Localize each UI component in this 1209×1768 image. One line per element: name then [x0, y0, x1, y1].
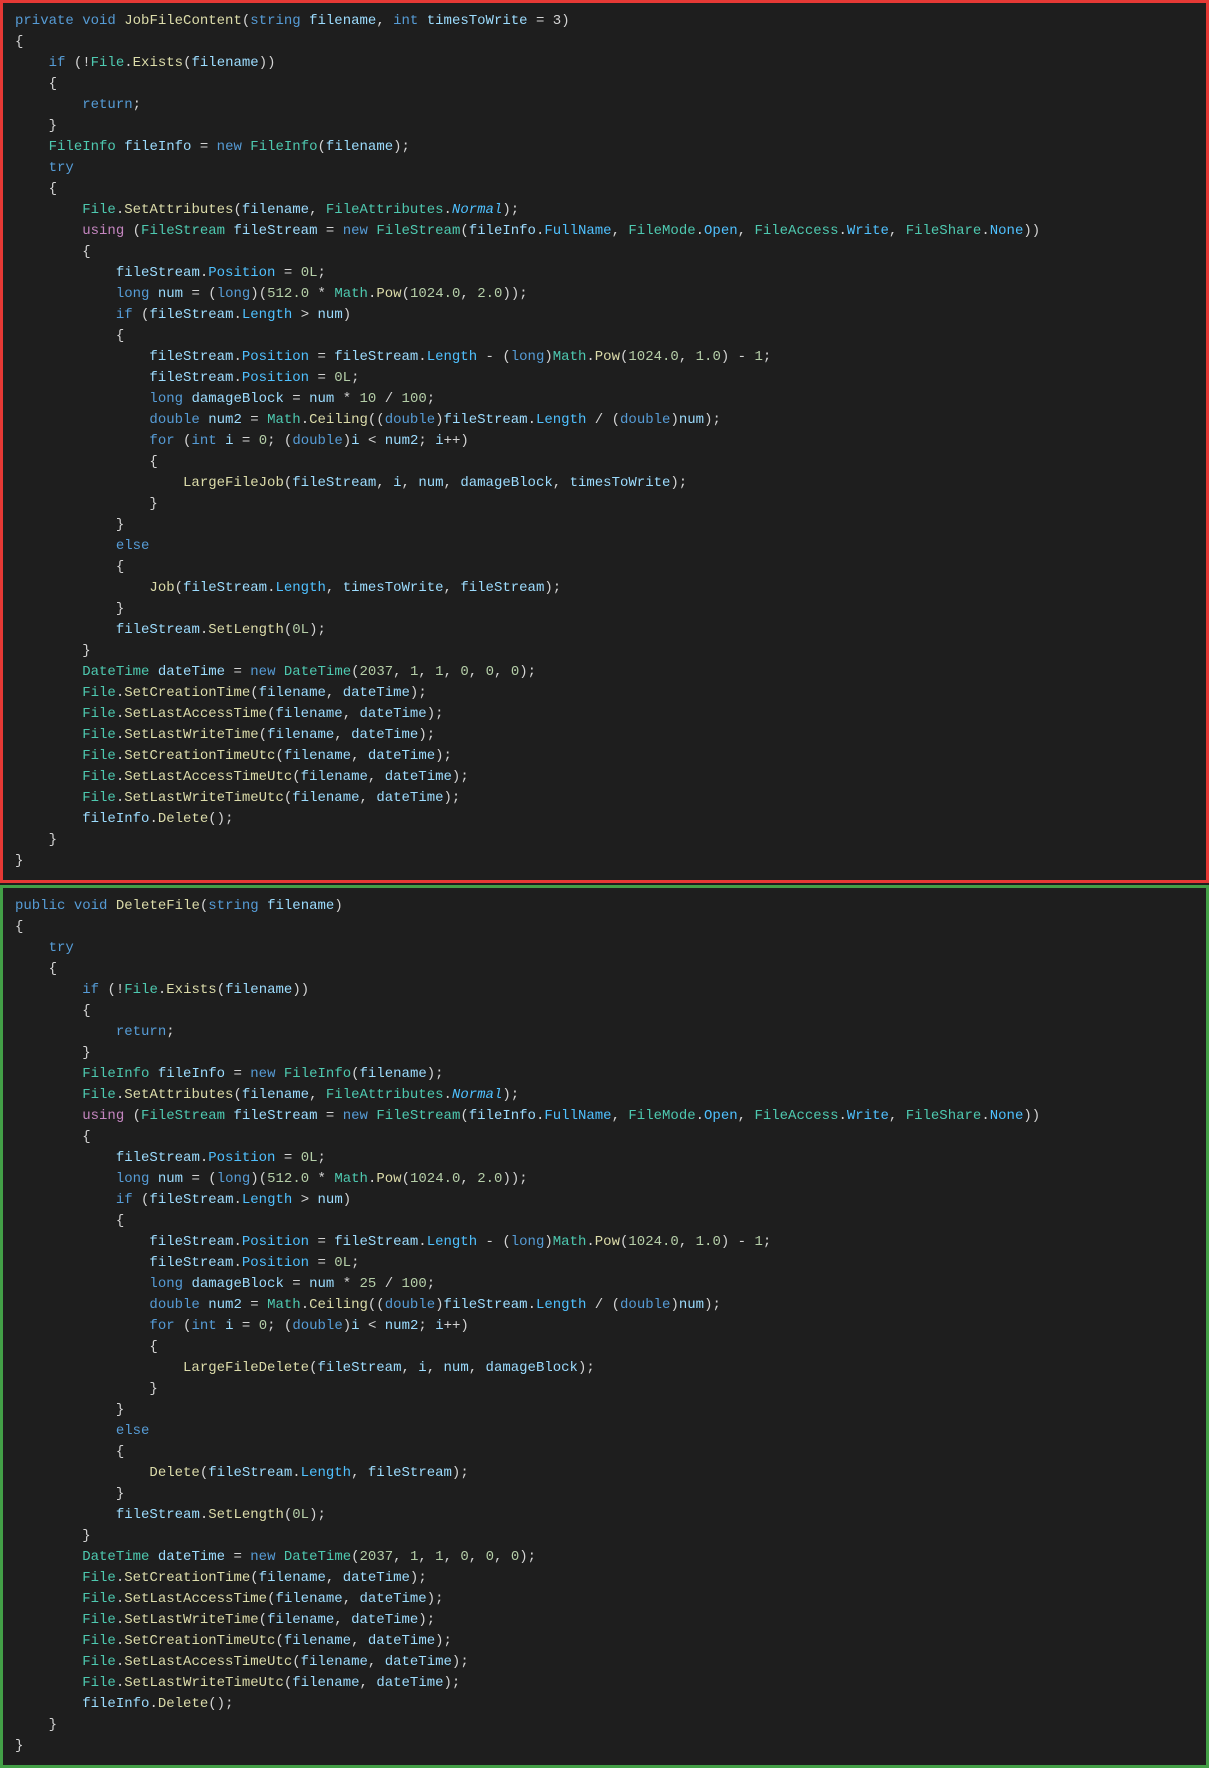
code-line: File.SetCreationTimeUtc(filename, dateTi… — [3, 746, 1206, 767]
code-line: } — [3, 1043, 1206, 1064]
code-line: File.SetCreationTime(filename, dateTime)… — [3, 1568, 1206, 1589]
code-line: fileStream.SetLength(0L); — [3, 1505, 1206, 1526]
code-line: { — [3, 1127, 1206, 1148]
code-line: using (FileStream fileStream = new FileS… — [3, 221, 1206, 242]
code-line: } — [3, 1526, 1206, 1547]
code-line: fileInfo.Delete(); — [3, 809, 1206, 830]
code-line: fileStream.SetLength(0L); — [3, 620, 1206, 641]
code-line: long num = (long)(512.0 * Math.Pow(1024.… — [3, 284, 1206, 305]
code-line: { — [3, 179, 1206, 200]
code-line: } — [3, 1400, 1206, 1421]
code-line: fileStream.Position = fileStream.Length … — [3, 1232, 1206, 1253]
code-line: { — [3, 74, 1206, 95]
code-line: } — [3, 599, 1206, 620]
code-line: File.SetAttributes(filename, FileAttribu… — [3, 200, 1206, 221]
code-line: public void DeleteFile(string filename) — [3, 896, 1206, 917]
code-line: { — [3, 326, 1206, 347]
code-line: File.SetCreationTime(filename, dateTime)… — [3, 683, 1206, 704]
code-line: } — [3, 515, 1206, 536]
code-line: { — [3, 1211, 1206, 1232]
code-section-green: public void DeleteFile(string filename) … — [0, 885, 1209, 1768]
code-line: } — [3, 1379, 1206, 1400]
code-line: else — [3, 536, 1206, 557]
code-line: File.SetCreationTimeUtc(filename, dateTi… — [3, 1631, 1206, 1652]
code-line: return; — [3, 1022, 1206, 1043]
code-line: fileStream.Position = fileStream.Length … — [3, 347, 1206, 368]
code-line: FileInfo fileInfo = new FileInfo(filenam… — [3, 137, 1206, 158]
code-line: fileInfo.Delete(); — [3, 1694, 1206, 1715]
code-line: } — [3, 641, 1206, 662]
code-line: File.SetLastWriteTime(filename, dateTime… — [3, 725, 1206, 746]
code-line: else — [3, 1421, 1206, 1442]
code-line: { — [3, 1337, 1206, 1358]
code-line: for (int i = 0; (double)i < num2; i++) — [3, 1316, 1206, 1337]
code-line: try — [3, 938, 1206, 959]
code-line: Delete(fileStream.Length, fileStream); — [3, 1463, 1206, 1484]
code-line: if (!File.Exists(filename)) — [3, 980, 1206, 1001]
code-line: using (FileStream fileStream = new FileS… — [3, 1106, 1206, 1127]
code-line: Job(fileStream.Length, timesToWrite, fil… — [3, 578, 1206, 599]
code-line: LargeFileJob(fileStream, i, num, damageB… — [3, 473, 1206, 494]
code-line: File.SetLastWriteTimeUtc(filename, dateT… — [3, 788, 1206, 809]
code-line: { — [3, 917, 1206, 938]
code-line: File.SetLastAccessTime(filename, dateTim… — [3, 1589, 1206, 1610]
code-line: { — [3, 242, 1206, 263]
code-line: } — [3, 1715, 1206, 1736]
code-line: } — [3, 1736, 1206, 1757]
code-line: if (!File.Exists(filename)) — [3, 53, 1206, 74]
code-line: File.SetLastAccessTimeUtc(filename, date… — [3, 1652, 1206, 1673]
code-line: } — [3, 116, 1206, 137]
code-line: long damageBlock = num * 10 / 100; — [3, 389, 1206, 410]
code-line: { — [3, 452, 1206, 473]
code-line: File.SetAttributes(filename, FileAttribu… — [3, 1085, 1206, 1106]
code-line: { — [3, 1442, 1206, 1463]
code-line: DateTime dateTime = new DateTime(2037, 1… — [3, 1547, 1206, 1568]
code-line: DateTime dateTime = new DateTime(2037, 1… — [3, 662, 1206, 683]
code-line: fileStream.Position = 0L; — [3, 1253, 1206, 1274]
code-line: return; — [3, 95, 1206, 116]
code-line: LargeFileDelete(fileStream, i, num, dama… — [3, 1358, 1206, 1379]
code-line: fileStream.Position = 0L; — [3, 263, 1206, 284]
code-line: File.SetLastAccessTimeUtc(filename, date… — [3, 767, 1206, 788]
code-line: fileStream.Position = 0L; — [3, 368, 1206, 389]
code-line: File.SetLastWriteTime(filename, dateTime… — [3, 1610, 1206, 1631]
code-line: { — [3, 1001, 1206, 1022]
code-line: FileInfo fileInfo = new FileInfo(filenam… — [3, 1064, 1206, 1085]
code-line: { — [3, 32, 1206, 53]
code-line: fileStream.Position = 0L; — [3, 1148, 1206, 1169]
code-line: long num = (long)(512.0 * Math.Pow(1024.… — [3, 1169, 1206, 1190]
code-line: if (fileStream.Length > num) — [3, 1190, 1206, 1211]
code-line: double num2 = Math.Ceiling((double)fileS… — [3, 410, 1206, 431]
code-line: { — [3, 557, 1206, 578]
code-line: double num2 = Math.Ceiling((double)fileS… — [3, 1295, 1206, 1316]
code-line: File.SetLastWriteTimeUtc(filename, dateT… — [3, 1673, 1206, 1694]
code-line: } — [3, 851, 1206, 872]
code-line: for (int i = 0; (double)i < num2; i++) — [3, 431, 1206, 452]
code-line: { — [3, 959, 1206, 980]
code-line: long damageBlock = num * 25 / 100; — [3, 1274, 1206, 1295]
code-line: File.SetLastAccessTime(filename, dateTim… — [3, 704, 1206, 725]
code-line: if (fileStream.Length > num) — [3, 305, 1206, 326]
code-section-red: private void JobFileContent(string filen… — [0, 0, 1209, 883]
code-line: } — [3, 1484, 1206, 1505]
code-line: } — [3, 830, 1206, 851]
code-line: private void JobFileContent(string filen… — [3, 11, 1206, 32]
code-line: try — [3, 158, 1206, 179]
code-line: } — [3, 494, 1206, 515]
